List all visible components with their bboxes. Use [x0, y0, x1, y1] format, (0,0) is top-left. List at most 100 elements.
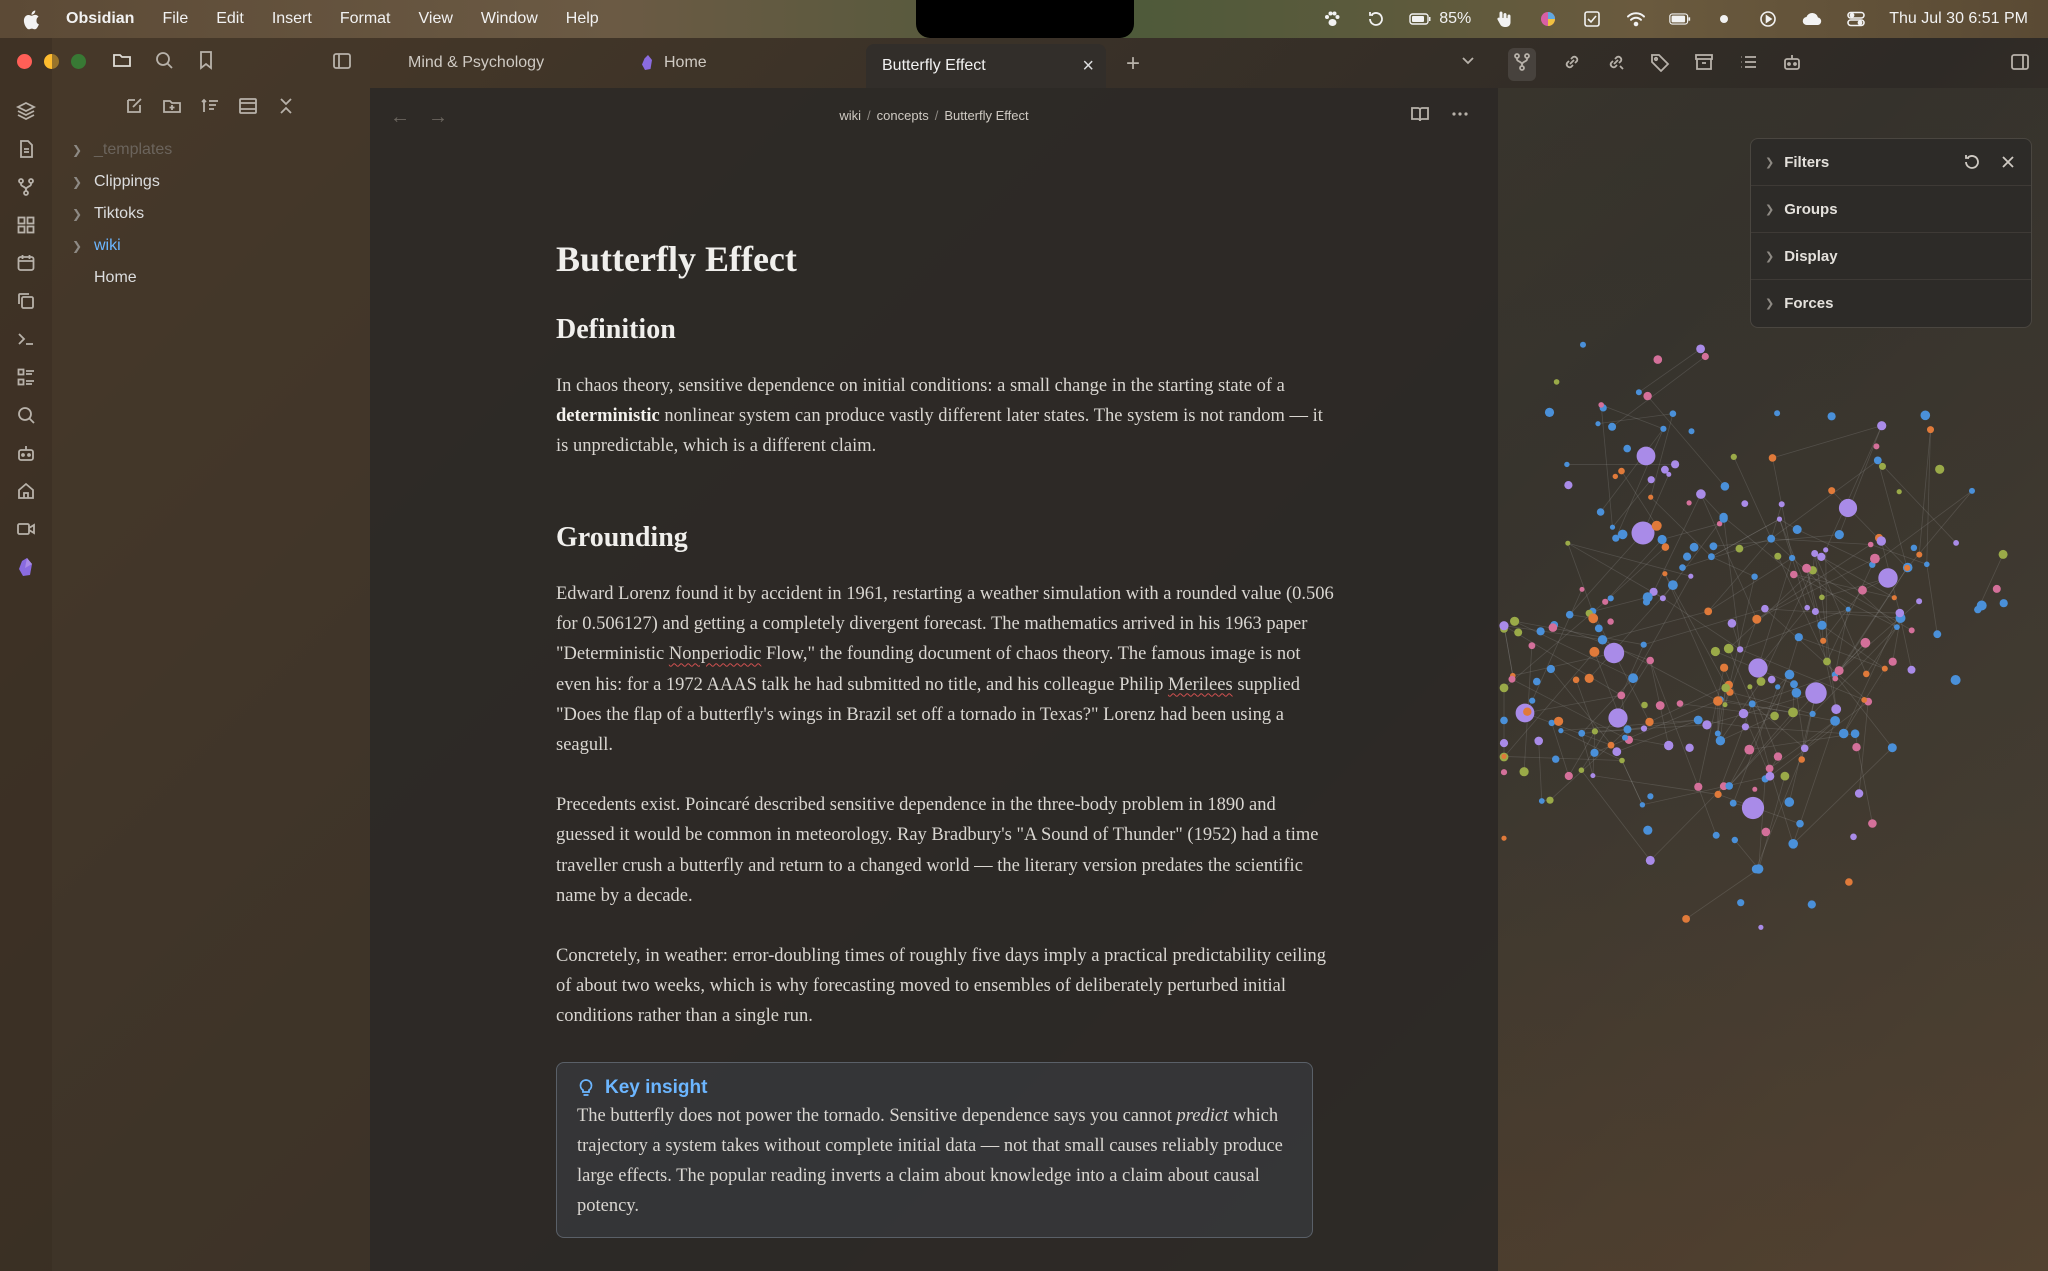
graph-node[interactable]: [1790, 680, 1798, 689]
battery-icon[interactable]: [1669, 10, 1691, 28]
graph-node[interactable]: [1804, 604, 1810, 611]
breadcrumb-current[interactable]: Butterfly Effect: [944, 108, 1028, 123]
battery-small-icon[interactable]: [1409, 10, 1431, 28]
graph-node[interactable]: [1761, 827, 1771, 837]
graph-node[interactable]: [1789, 554, 1796, 562]
graph-node[interactable]: [1533, 677, 1541, 686]
graph-node[interactable]: [1877, 421, 1887, 431]
graph-node[interactable]: [1682, 915, 1690, 923]
checkbox-app-icon[interactable]: [1581, 10, 1603, 28]
graph-node[interactable]: [1868, 819, 1877, 828]
graph-node[interactable]: [1694, 782, 1703, 791]
graph-node[interactable]: [1669, 410, 1677, 418]
graph-node[interactable]: [1578, 767, 1585, 773]
graph-node[interactable]: [1501, 835, 1507, 841]
graph-node[interactable]: [1500, 769, 1508, 776]
graph-node[interactable]: [1723, 643, 1734, 654]
graph-node[interactable]: [1696, 489, 1706, 499]
graph-node[interactable]: [1767, 534, 1776, 543]
more-options-icon[interactable]: [1450, 104, 1470, 129]
graph-node[interactable]: [1850, 833, 1857, 841]
graph-node[interactable]: [1873, 456, 1882, 465]
graph-node[interactable]: [1768, 454, 1777, 462]
obsidian-gem-icon[interactable]: [15, 556, 37, 578]
graph-node[interactable]: [1612, 747, 1622, 757]
graph-node[interactable]: [1519, 767, 1529, 777]
graph-node[interactable]: [1618, 467, 1625, 475]
graph-node[interactable]: [1790, 570, 1798, 579]
menu-view[interactable]: View: [419, 10, 453, 28]
note-content[interactable]: Butterfly Effect Definition In chaos the…: [556, 238, 1336, 1239]
graph-node[interactable]: [1676, 700, 1684, 707]
graph-display-row[interactable]: ❯ Display: [1751, 233, 2031, 280]
graph-node[interactable]: [1927, 426, 1934, 434]
sort-icon[interactable]: [200, 96, 220, 121]
graph-node[interactable]: [1876, 536, 1886, 546]
graph-node[interactable]: [1748, 658, 1768, 678]
graph-node[interactable]: [1861, 697, 1868, 703]
graph-node[interactable]: [1796, 819, 1804, 828]
cursor-hand-icon[interactable]: [1493, 10, 1515, 28]
graph-node[interactable]: [1992, 584, 2001, 593]
graph-node[interactable]: [1499, 683, 1509, 693]
graph-node[interactable]: [1588, 613, 1599, 624]
graph-node[interactable]: [1595, 421, 1601, 427]
graph-node[interactable]: [1591, 728, 1598, 735]
graph-node[interactable]: [1908, 627, 1915, 634]
graph-node[interactable]: [1579, 586, 1585, 592]
graph-node[interactable]: [1916, 551, 1923, 558]
graph-node[interactable]: [1714, 790, 1722, 799]
folder-icon[interactable]: [112, 50, 132, 75]
tab-butterfly-effect[interactable]: Butterfly Effect ×: [866, 44, 1106, 88]
graph-node[interactable]: [1647, 793, 1654, 800]
graph-node[interactable]: [1612, 534, 1620, 542]
graph-node[interactable]: [1640, 725, 1648, 732]
graph-node[interactable]: [1752, 786, 1758, 792]
collapse-view-icon[interactable]: [238, 96, 258, 121]
graph-node[interactable]: [1558, 728, 1564, 734]
terminal-icon[interactable]: [15, 328, 37, 350]
graph-node[interactable]: [1710, 646, 1720, 657]
graph-node[interactable]: [1645, 717, 1654, 727]
graph-node[interactable]: [1715, 736, 1726, 746]
graph-node[interactable]: [1564, 771, 1573, 781]
graph-node[interactable]: [1701, 352, 1709, 361]
graph-node[interactable]: [1597, 635, 1608, 645]
graph-node[interactable]: [1933, 630, 1942, 639]
graph-node[interactable]: [1607, 595, 1614, 602]
graph-node[interactable]: [1888, 657, 1897, 666]
graph-node[interactable]: [1608, 422, 1617, 431]
backlinks-icon[interactable]: [1562, 52, 1582, 77]
graph-node[interactable]: [1580, 341, 1586, 348]
graph-node[interactable]: [1873, 443, 1880, 450]
graph-node[interactable]: [1602, 598, 1609, 605]
graph-node[interactable]: [1854, 789, 1864, 798]
graph-node[interactable]: [1791, 688, 1802, 698]
graph-node[interactable]: [1798, 756, 1805, 763]
tree-folder-tiktoks[interactable]: ❯ Tiktoks: [72, 198, 362, 230]
graph-node[interactable]: [1655, 701, 1665, 710]
graph-node[interactable]: [1712, 831, 1720, 839]
graph-node[interactable]: [1622, 734, 1628, 741]
graph-node[interactable]: [1878, 568, 1898, 588]
graph-node[interactable]: [1565, 540, 1571, 546]
graph-node[interactable]: [1775, 684, 1781, 690]
tab-home[interactable]: Home: [624, 44, 723, 82]
graph-node[interactable]: [1661, 543, 1670, 551]
graph-node[interactable]: [1510, 616, 1520, 626]
graph-node[interactable]: [1554, 716, 1564, 726]
graph-node[interactable]: [1643, 391, 1652, 401]
new-tab-plus-icon[interactable]: +: [1126, 50, 1140, 78]
reading-view-book-icon[interactable]: [1410, 104, 1430, 129]
graph-groups-row[interactable]: ❯ Groups: [1751, 186, 2031, 233]
graph-node[interactable]: [1590, 773, 1596, 779]
graph-node[interactable]: [1834, 666, 1844, 676]
graph-node[interactable]: [1631, 521, 1655, 545]
robot-icon[interactable]: [1782, 52, 1802, 77]
graph-node[interactable]: [1548, 719, 1555, 727]
color-wheel-icon[interactable]: [1537, 10, 1559, 28]
graph-node[interactable]: [1679, 564, 1686, 571]
graph-node[interactable]: [1834, 530, 1844, 540]
graph-node[interactable]: [1852, 743, 1861, 752]
graph-node[interactable]: [1752, 614, 1762, 624]
